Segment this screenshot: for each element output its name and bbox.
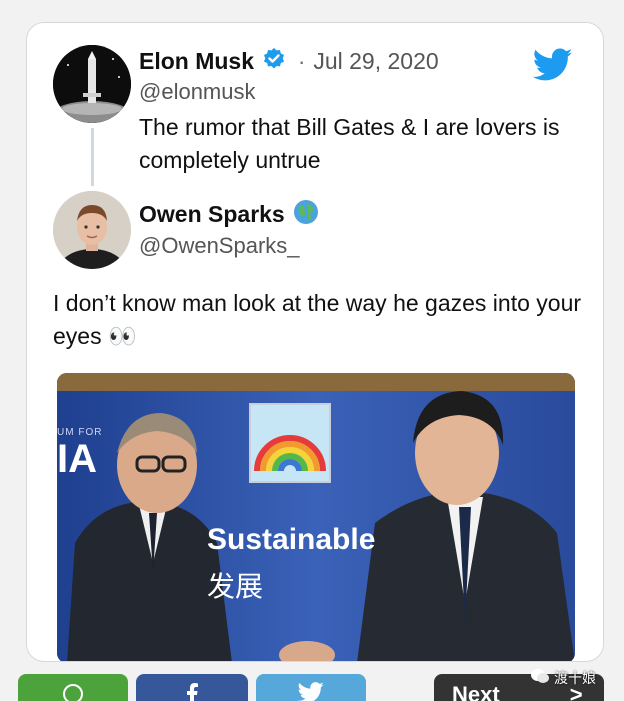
backdrop-chinese-text: 发展 bbox=[207, 570, 264, 603]
twitter-share-icon bbox=[297, 682, 325, 701]
tweet-text: The rumor that Bill Gates & I are lovers… bbox=[139, 114, 560, 173]
elon-musk-avatar[interactable] bbox=[53, 45, 131, 123]
whatsapp-share-button[interactable] bbox=[18, 674, 128, 701]
tweet-date[interactable]: Jul 29, 2020 bbox=[313, 48, 438, 75]
tweet-photo[interactable]: UM FOR IA Sustainable 发展 bbox=[57, 373, 575, 661]
reply-text: I don’t know man look at the way he gaze… bbox=[53, 290, 582, 349]
wechat-watermark: 渡十娘 bbox=[530, 668, 596, 688]
twitter-share-button[interactable] bbox=[256, 674, 366, 701]
owen-sparks-avatar[interactable] bbox=[53, 191, 131, 269]
tweet-author-name[interactable]: Elon Musk bbox=[139, 48, 254, 75]
watermark-text: 渡十娘 bbox=[554, 671, 596, 687]
tweet-author-row: Elon Musk · Jul 29, 2020 bbox=[139, 47, 439, 76]
reply-author-row: Owen Sparks bbox=[139, 199, 319, 230]
backdrop-sustainable-text: Sustainable bbox=[207, 523, 376, 556]
rainbow-emoji-overlay bbox=[249, 403, 331, 483]
reply-author-name[interactable]: Owen Sparks bbox=[139, 201, 285, 228]
facebook-icon bbox=[184, 682, 200, 701]
whatsapp-icon bbox=[61, 682, 85, 701]
tweet-card[interactable]: Elon Musk · Jul 29, 2020 @elonmusk The r… bbox=[26, 22, 604, 662]
next-label: Next bbox=[452, 682, 500, 701]
screenshot-page: Elon Musk · Jul 29, 2020 @elonmusk The r… bbox=[0, 0, 624, 701]
wechat-icon bbox=[530, 668, 550, 688]
twitter-bird-icon[interactable] bbox=[532, 47, 573, 83]
verified-badge-icon bbox=[262, 47, 286, 76]
globe-icon bbox=[293, 199, 319, 230]
reply-author-handle[interactable]: @OwenSparks_ bbox=[139, 233, 300, 259]
date-separator: · bbox=[298, 48, 306, 74]
facebook-share-button[interactable] bbox=[136, 674, 248, 701]
tweet-author-handle[interactable]: @elonmusk bbox=[139, 79, 256, 105]
backdrop-forum-letters: IA bbox=[57, 437, 97, 481]
thread-connector-line bbox=[91, 128, 94, 186]
